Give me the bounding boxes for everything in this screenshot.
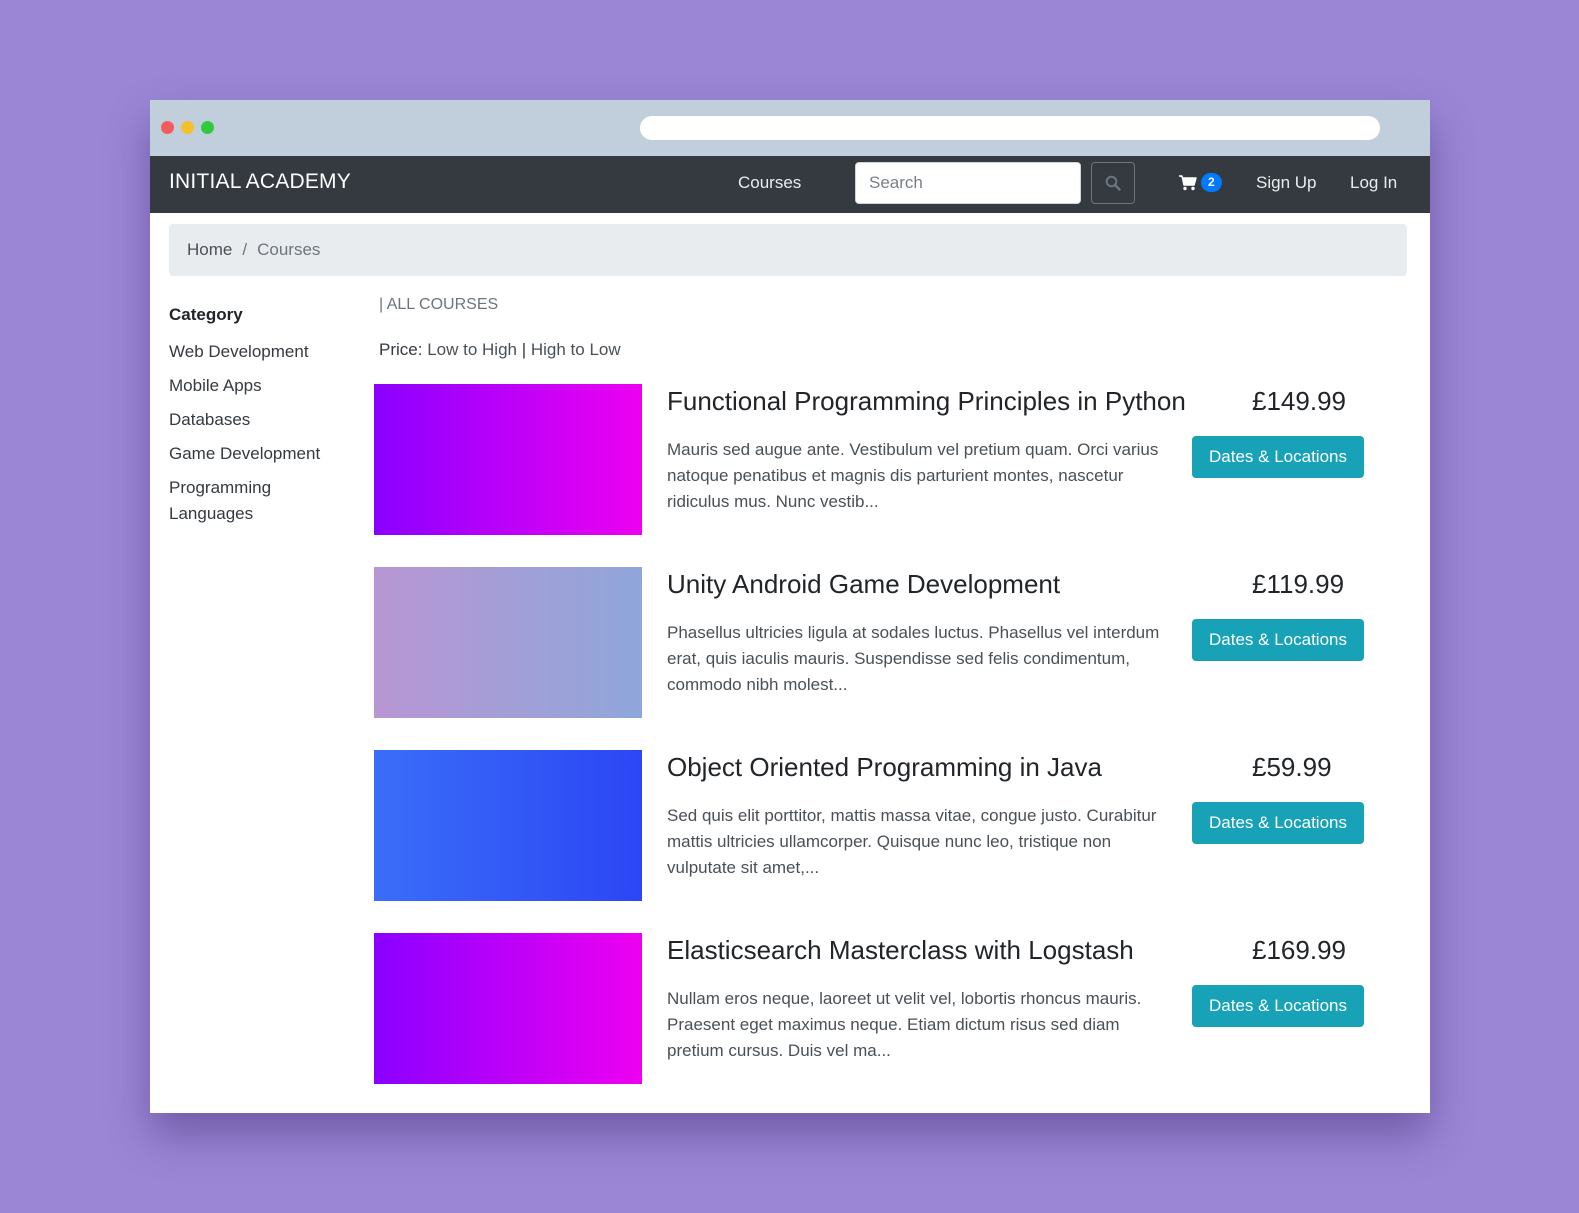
brand-logo[interactable]: INITIAL ACADEMY xyxy=(169,170,351,194)
maximize-window-button[interactable] xyxy=(201,121,214,134)
course-description: Phasellus ultricies ligula at sodales lu… xyxy=(667,623,1160,694)
sort-high-to-low[interactable]: High to Low xyxy=(531,340,621,359)
course-title[interactable]: Elasticsearch Masterclass with Logstash xyxy=(667,935,1134,966)
breadcrumb: Home / Courses xyxy=(169,224,1407,276)
course-card: Functional Programming Principles in Pyt… xyxy=(374,384,1374,536)
course-card: Object Oriented Programming in Java £59.… xyxy=(374,750,1374,902)
sort-label: Price: xyxy=(379,340,423,359)
course-price: £169.99 xyxy=(1252,935,1346,965)
search-button[interactable] xyxy=(1091,162,1135,204)
cart-button[interactable]: 2 xyxy=(1179,173,1222,192)
category-heading: Category xyxy=(169,305,243,324)
nav-link-courses[interactable]: Courses xyxy=(738,173,801,193)
course-thumbnail[interactable] xyxy=(374,384,642,535)
dates-locations-button[interactable]: Dates & Locations xyxy=(1192,985,1364,1027)
course-title[interactable]: Object Oriented Programming in Java xyxy=(667,752,1102,783)
cart-count-badge: 2 xyxy=(1201,173,1222,192)
category-databases[interactable]: Databases xyxy=(169,407,349,433)
course-price: £149.99 xyxy=(1252,386,1346,416)
address-bar[interactable] xyxy=(640,116,1380,140)
dates-locations-button[interactable]: Dates & Locations xyxy=(1192,619,1364,661)
nav-link-signup[interactable]: Sign Up xyxy=(1256,173,1316,193)
breadcrumb-separator: / xyxy=(242,240,248,259)
course-thumbnail[interactable] xyxy=(374,567,642,718)
browser-titlebar xyxy=(150,100,1430,156)
minimize-window-button[interactable] xyxy=(181,121,194,134)
course-description: Mauris sed augue ante. Vestibulum vel pr… xyxy=(667,440,1159,511)
course-thumbnail[interactable] xyxy=(374,750,642,901)
category-mobile-apps[interactable]: Mobile Apps xyxy=(169,373,349,399)
section-title: | ALL COURSES xyxy=(379,296,499,313)
dates-locations-button[interactable]: Dates & Locations xyxy=(1192,802,1364,844)
course-price: £119.99 xyxy=(1252,569,1345,599)
price-sort: Price: Low to High | High to Low xyxy=(379,340,621,360)
search-icon xyxy=(1105,175,1121,191)
nav-link-login[interactable]: Log In xyxy=(1350,173,1397,193)
course-description: Nullam eros neque, laoreet ut velit vel,… xyxy=(667,989,1142,1060)
course-card: Unity Android Game Development £119.99 P… xyxy=(374,567,1374,719)
breadcrumb-home[interactable]: Home xyxy=(187,240,232,260)
breadcrumb-current: Courses xyxy=(257,240,321,259)
course-title[interactable]: Functional Programming Principles in Pyt… xyxy=(667,386,1186,417)
category-game-development[interactable]: Game Development xyxy=(169,441,349,467)
navbar: INITIAL ACADEMY Courses 2 Sign Up Log In xyxy=(150,156,1430,213)
sort-low-to-high[interactable]: Low to High xyxy=(427,340,517,359)
sort-divider: | xyxy=(521,340,527,359)
cart-icon xyxy=(1179,174,1197,190)
dates-locations-button[interactable]: Dates & Locations xyxy=(1192,436,1364,478)
course-title[interactable]: Unity Android Game Development xyxy=(667,569,1060,600)
course-price: £59.99 xyxy=(1252,752,1332,782)
browser-window: INITIAL ACADEMY Courses 2 Sign Up Log In… xyxy=(150,100,1430,1113)
close-window-button[interactable] xyxy=(161,121,174,134)
category-sidebar: Category Web Development Mobile Apps Dat… xyxy=(169,305,349,535)
category-web-development[interactable]: Web Development xyxy=(169,339,349,365)
course-card: Elasticsearch Masterclass with Logstash … xyxy=(374,933,1374,1085)
category-programming-languages[interactable]: Programming Languages xyxy=(169,475,349,527)
course-description: Sed quis elit porttitor, mattis massa vi… xyxy=(667,806,1157,877)
search-input[interactable] xyxy=(855,162,1081,204)
course-thumbnail[interactable] xyxy=(374,933,642,1084)
